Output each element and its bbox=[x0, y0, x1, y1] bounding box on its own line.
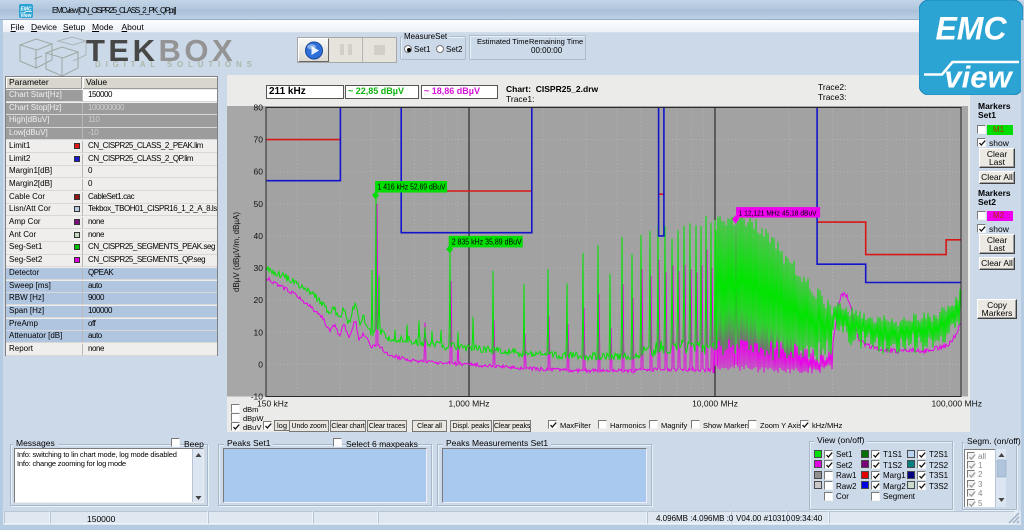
svg-text:60: 60 bbox=[254, 167, 264, 177]
svg-text:30: 30 bbox=[254, 263, 264, 273]
svg-text:150 kHz: 150 kHz bbox=[257, 399, 288, 409]
svg-text:40: 40 bbox=[254, 231, 264, 241]
svg-text:2 835 kHz 35,89 dBuV: 2 835 kHz 35,89 dBuV bbox=[452, 238, 523, 247]
svg-text:1 416 kHz 52,69 dBuV: 1 416 kHz 52,69 dBuV bbox=[378, 183, 447, 192]
svg-text:1,000 MHz: 1,000 MHz bbox=[448, 399, 489, 409]
svg-text:70: 70 bbox=[254, 135, 264, 145]
svg-text:20: 20 bbox=[254, 295, 264, 305]
svg-text:view: view bbox=[21, 13, 33, 18]
svg-text:view: view bbox=[944, 60, 1013, 95]
svg-text:80: 80 bbox=[254, 103, 264, 113]
svg-text:100,000 MHz: 100,000 MHz bbox=[931, 399, 982, 409]
svg-text:dBµV (dBµV/m, dBµA): dBµV (dBµV/m, dBµA) bbox=[232, 212, 241, 292]
svg-text:50: 50 bbox=[254, 199, 264, 209]
svg-text:10: 10 bbox=[254, 327, 264, 337]
svg-text:1 12,121 MHz 45,18 dBuV: 1 12,121 MHz 45,18 dBuV bbox=[739, 209, 817, 218]
svg-text:10,000 MHz: 10,000 MHz bbox=[692, 399, 738, 409]
svg-text:EMC: EMC bbox=[935, 11, 1007, 47]
svg-text:0: 0 bbox=[258, 359, 263, 369]
